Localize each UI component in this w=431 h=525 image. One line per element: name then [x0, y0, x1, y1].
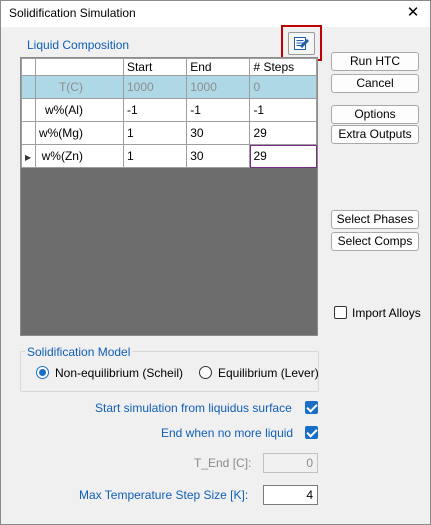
end-no-liquid-checkbox[interactable]	[305, 426, 318, 439]
export-table-icon	[294, 37, 309, 50]
row-indicator	[21, 121, 36, 145]
t-end-field[interactable]: 0	[263, 453, 318, 473]
export-button-highlight	[281, 25, 322, 61]
start-from-liquidus-label: Start simulation from liquidus surface	[95, 401, 292, 415]
solidification-dialog: Solidification Simulation ✕ Liquid Compo…	[0, 0, 431, 525]
row-name: w%(Al)	[34, 98, 124, 122]
header-indicator-cell	[21, 58, 36, 76]
close-icon[interactable]: ✕	[404, 4, 422, 22]
start-cell[interactable]: 1	[122, 121, 188, 145]
start-cell[interactable]: -1	[122, 98, 188, 122]
export-button[interactable]	[288, 32, 315, 55]
cancel-button[interactable]: Cancel	[331, 74, 419, 93]
start-from-liquidus-checkbox[interactable]	[305, 401, 318, 414]
import-alloys-label: Import Alloys	[352, 306, 421, 320]
options-button[interactable]: Options	[331, 105, 419, 124]
max-temp-step-field[interactable]: 4	[263, 485, 318, 505]
scheil-label: Non-equilibrium (Scheil)	[55, 366, 184, 380]
table-row-al[interactable]: w%(Al) -1 -1 -1	[21, 98, 317, 122]
end-no-liquid-label: End when no more liquid	[161, 426, 294, 440]
row-pointer-icon: ▶	[25, 153, 32, 162]
start-cell[interactable]: 1	[122, 144, 188, 168]
steps-cell[interactable]: 0	[249, 75, 317, 99]
end-cell[interactable]: -1	[186, 98, 251, 122]
title-bar: Solidification Simulation ✕	[1, 1, 430, 27]
table-row-zn[interactable]: ▶ w%(Zn) 1 30 29	[21, 144, 317, 168]
table-row-mg[interactable]: w%(Mg) 1 30 29	[21, 121, 317, 145]
header-steps: # Steps	[249, 58, 317, 76]
t-end-label: T_End [C]:	[194, 456, 252, 470]
row-indicator	[21, 75, 36, 99]
steps-cell[interactable]: 29	[249, 121, 317, 145]
row-name: T(C)	[34, 75, 124, 99]
header-end: End	[186, 58, 251, 76]
end-cell[interactable]: 30	[186, 144, 251, 168]
run-htc-button[interactable]: Run HTC	[331, 52, 419, 71]
scheil-radio[interactable]	[36, 366, 49, 379]
select-comps-button[interactable]: Select Comps	[331, 232, 419, 251]
import-alloys-checkbox[interactable]	[334, 306, 347, 319]
liquid-composition-label: Liquid Composition	[27, 38, 130, 52]
window-title: Solidification Simulation	[9, 6, 136, 20]
header-start: Start	[122, 58, 188, 76]
end-cell[interactable]: 30	[186, 121, 251, 145]
max-temp-step-label: Max Temperature Step Size [K]:	[79, 488, 249, 502]
table-header-row: Start End # Steps	[21, 58, 317, 76]
composition-grid[interactable]: Start End # Steps T(C) 1000 1000 0 w%(Al…	[20, 57, 318, 336]
lever-radio[interactable]	[199, 366, 212, 379]
row-indicator	[21, 98, 36, 122]
header-name-cell	[34, 58, 124, 76]
solidification-model-label: Solidification Model	[25, 345, 133, 359]
steps-cell-active[interactable]: 29	[249, 144, 317, 168]
start-cell[interactable]: 1000	[122, 75, 188, 99]
composition-table: Start End # Steps T(C) 1000 1000 0 w%(Al…	[21, 58, 317, 168]
lever-label: Equilibrium (Lever)	[218, 366, 319, 380]
extra-outputs-button[interactable]: Extra Outputs	[331, 125, 419, 144]
row-name: w%(Mg)	[34, 121, 124, 145]
steps-cell[interactable]: -1	[249, 98, 317, 122]
row-name: w%(Zn)	[34, 144, 124, 168]
end-cell[interactable]: 1000	[186, 75, 251, 99]
row-indicator: ▶	[21, 144, 36, 168]
table-row-tc[interactable]: T(C) 1000 1000 0	[21, 75, 317, 99]
select-phases-button[interactable]: Select Phases	[331, 210, 419, 229]
